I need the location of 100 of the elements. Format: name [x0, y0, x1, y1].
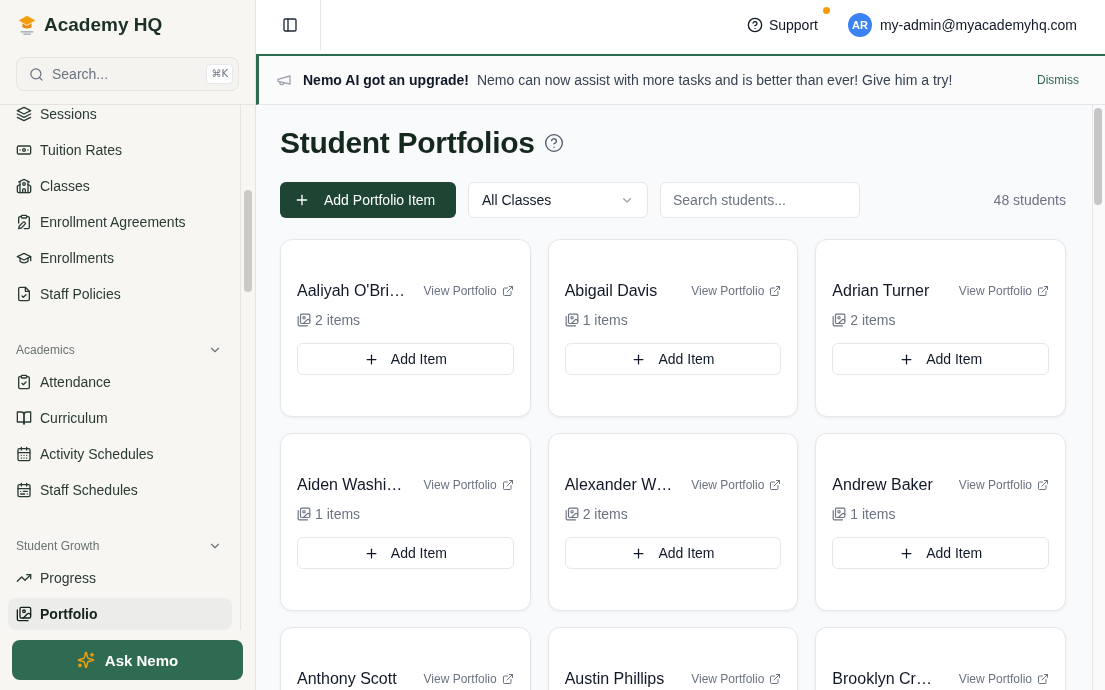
add-item-button[interactable]: Add Item: [297, 537, 514, 569]
scrollbar-thumb[interactable]: [1094, 108, 1102, 205]
shortcut-key: ⌘K: [206, 64, 233, 84]
sidebar-item[interactable]: Activity Schedules: [8, 438, 232, 470]
view-portfolio-link[interactable]: View Portfolio: [691, 478, 782, 492]
sidebar-item[interactable]: Enrollment Agreements: [8, 206, 232, 238]
view-portfolio-link[interactable]: View Portfolio: [958, 672, 1049, 686]
item-count: 1 items: [850, 506, 896, 522]
item-count: 1 items: [582, 312, 628, 328]
images-icon: [16, 606, 32, 622]
view-portfolio-link[interactable]: View Portfolio: [423, 284, 514, 298]
external-link-icon: [769, 673, 782, 685]
images-icon: [297, 507, 311, 521]
sidebar-item[interactable]: Classes: [8, 170, 232, 202]
account-button[interactable]: AR my-admin@myacademyhq.com: [847, 13, 1077, 37]
scrollbar-thumb[interactable]: [244, 190, 252, 292]
images-icon: [564, 507, 579, 521]
item-count: 1 items: [315, 506, 361, 522]
page-title: Student Portfolios: [280, 125, 535, 161]
student-name: Aaliyah O'Bri…: [297, 282, 405, 300]
sidebar-item[interactable]: Curriculum: [8, 402, 232, 434]
view-portfolio-link[interactable]: View Portfolio: [691, 672, 782, 686]
item-count: 2 items: [315, 312, 361, 328]
view-portfolio-link[interactable]: View Portfolio: [423, 672, 514, 686]
plus-icon: [899, 351, 915, 367]
open-book-icon: [16, 410, 32, 426]
plus-icon: [294, 192, 310, 208]
external-link-icon: [1037, 479, 1049, 491]
dismiss-button[interactable]: Dismiss: [1037, 73, 1079, 87]
add-item-button[interactable]: Add Item: [832, 537, 1049, 569]
external-link-icon: [501, 479, 514, 491]
layers-icon: [16, 106, 32, 122]
student-search-field[interactable]: Search students...: [660, 182, 860, 218]
support-button[interactable]: Support: [746, 17, 818, 33]
sidebar-panel-icon: [282, 17, 298, 33]
sidebar-item[interactable]: Portfolio: [8, 598, 232, 630]
external-link-icon: [501, 673, 514, 685]
item-count: 2 items: [850, 312, 896, 328]
view-portfolio-link[interactable]: View Portfolio: [691, 284, 782, 298]
calendar-icon: [16, 482, 32, 498]
student-name: Abigail Davis: [564, 282, 658, 300]
view-portfolio-link[interactable]: View Portfolio: [423, 478, 514, 492]
graduation-cap-icon: [16, 250, 32, 266]
add-portfolio-item-button[interactable]: Add Portfolio Item: [280, 182, 456, 218]
add-item-button[interactable]: Add Item: [832, 343, 1049, 375]
section-header[interactable]: Academics: [0, 340, 240, 360]
external-link-icon: [769, 479, 782, 491]
sidebar-item[interactable]: Progress: [8, 562, 232, 594]
add-item-button[interactable]: Add Item: [297, 343, 514, 375]
plus-icon: [631, 545, 647, 561]
sidebar-item[interactable]: Tuition Rates: [8, 134, 232, 166]
sidebar-item[interactable]: Staff Schedules: [8, 474, 232, 506]
calendar-icon: [16, 446, 32, 462]
file-check-icon: [16, 286, 32, 302]
images-icon: [564, 313, 579, 327]
plus-icon: [899, 545, 915, 561]
class-filter-dropdown[interactable]: All Classes: [468, 182, 648, 218]
student-name: Alexander W…: [564, 476, 673, 494]
sparkles-icon: [76, 651, 95, 669]
graduation-cap-icon: [16, 14, 38, 36]
section-header[interactable]: Student Growth: [0, 536, 240, 556]
student-name: Andrew Baker: [832, 476, 933, 494]
clipboard-pen-icon: [16, 214, 32, 230]
view-portfolio-link[interactable]: View Portfolio: [958, 478, 1049, 492]
images-icon: [832, 507, 847, 521]
add-item-button[interactable]: Add Item: [564, 343, 782, 375]
clipboard-check-icon: [16, 374, 32, 390]
item-count: 2 items: [582, 506, 628, 522]
banner-title: Nemo AI got an upgrade!: [303, 72, 469, 88]
plus-icon: [363, 351, 379, 367]
external-link-icon: [769, 285, 782, 297]
sidebar-item[interactable]: Staff Policies: [8, 278, 232, 310]
external-link-icon: [1037, 673, 1049, 685]
sidebar-item[interactable]: Attendance: [8, 366, 232, 398]
plus-icon: [631, 351, 647, 367]
student-name: Brooklyn Cr…: [832, 670, 932, 688]
megaphone-icon: [276, 72, 292, 88]
external-link-icon: [501, 285, 514, 297]
banner-message: Nemo can now assist with more tasks and is better than ever! Give him a try!: [476, 72, 953, 88]
student-name: Anthony Scott: [297, 670, 397, 688]
sidebar-item[interactable]: Sessions: [8, 105, 232, 130]
plus-icon: [363, 545, 379, 561]
student-name: Adrian Turner: [832, 282, 930, 300]
external-link-icon: [1037, 285, 1049, 297]
images-icon: [297, 313, 311, 327]
images-icon: [832, 313, 847, 327]
banknote-icon: [16, 142, 32, 158]
add-item-button[interactable]: Add Item: [564, 537, 782, 569]
student-count: 48 students: [993, 192, 1066, 208]
help-icon: [746, 17, 763, 33]
help-icon: [543, 133, 564, 153]
ask-nemo-button[interactable]: Ask Nemo: [12, 640, 243, 680]
sidebar-item[interactable]: Enrollments: [8, 242, 232, 274]
app-name: Academy HQ: [44, 14, 163, 36]
student-name: Aiden Washi…: [297, 476, 403, 494]
view-portfolio-link[interactable]: View Portfolio: [958, 284, 1049, 298]
user-avatar: AR: [847, 13, 872, 37]
student-name: Austin Phillips: [564, 670, 665, 688]
school-building-icon: [16, 178, 32, 194]
search-icon: [29, 67, 44, 82]
